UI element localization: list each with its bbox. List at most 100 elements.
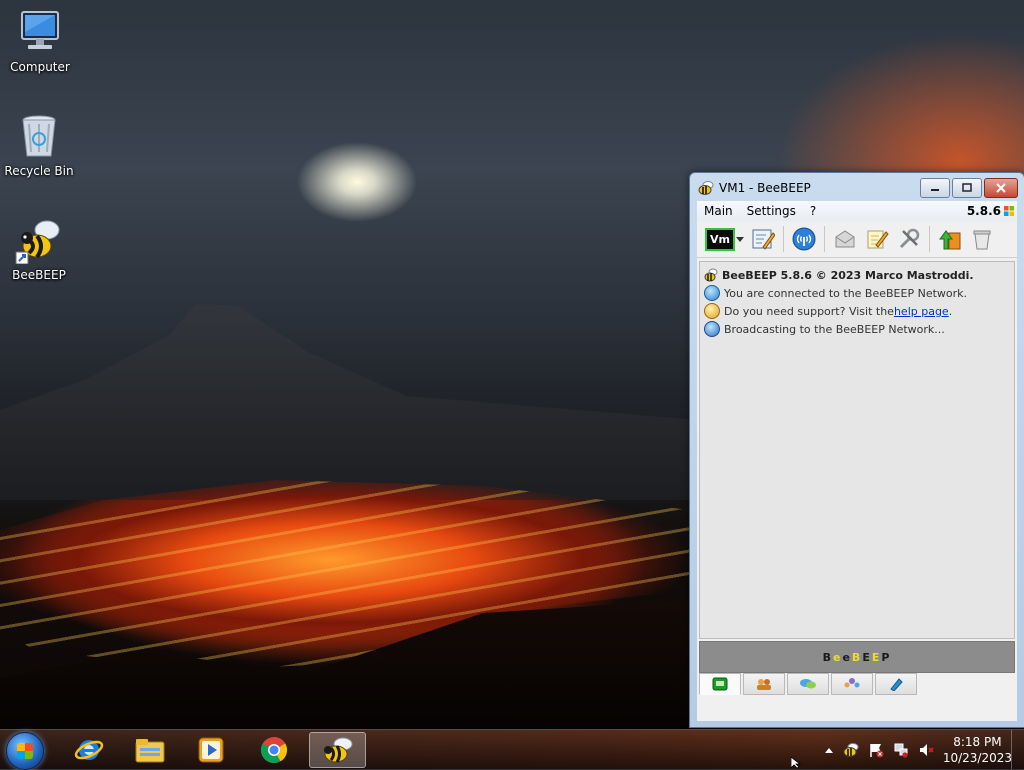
beebeep-banner: B e e B E E P [699,641,1015,673]
version-number: 5.8.6 [966,204,1001,218]
banner-letter: B [822,650,833,664]
taskbar-chrome[interactable] [247,732,301,768]
toolbar-separator [929,226,930,252]
edit-profile-button[interactable] [749,225,777,253]
window-title: VM1 - BeeBEEP [719,181,811,195]
banner-letter: E [871,650,882,664]
envelope-icon [835,230,855,248]
tools-button[interactable] [895,225,923,253]
beebeep-bee-icon [15,216,63,265]
windows-flag-icon [1004,206,1014,216]
broadcast-icon [704,321,720,337]
menu-help[interactable]: ? [803,204,823,218]
beebeep-bee-icon [704,268,718,282]
recycle-bin-icon [15,112,63,160]
users-icon [757,679,771,690]
beebeep-tray-icon[interactable] [843,742,859,758]
internet-explorer-icon [74,740,104,760]
edit-profile-icon [752,229,775,250]
user-status-button[interactable]: Vm [705,225,745,253]
network-tray-icon[interactable] [893,742,909,758]
tab-chats[interactable] [787,673,829,695]
start-button[interactable] [6,732,44,770]
help-page-link[interactable]: help page [894,305,949,318]
write-message-button[interactable] [863,225,891,253]
tab-groups[interactable] [831,673,873,695]
update-button[interactable] [936,225,964,253]
menu-main[interactable]: Main [697,204,740,218]
clear-button[interactable] [968,225,996,253]
notepad-pencil-icon [867,230,889,249]
chat-message: Broadcasting to the BeeBEEP Network... [704,320,1010,338]
chat-message: BeeBEEP 5.8.6 © 2023 Marco Mastroddi. [704,266,1010,284]
media-player-icon [198,737,224,763]
maximize-icon [962,183,972,192]
status-bar [697,697,1017,721]
tab-shares[interactable] [875,673,917,695]
folder-icon [135,739,165,763]
taskbar-media-player[interactable] [184,732,238,768]
tab-users[interactable] [743,673,785,695]
banner-letter: e [842,650,852,664]
minimize-button[interactable] [920,178,950,198]
menu-settings[interactable]: Settings [740,204,803,218]
desktop-icon-recycle-bin[interactable]: Recycle Bin [1,112,77,178]
banner-letter: B [851,650,863,664]
show-hidden-icons-icon[interactable] [824,746,834,754]
mouse-cursor-icon [791,757,802,768]
toolbar-separator [824,226,825,252]
chat-message: Do you need support? Visit the help page… [704,302,1010,320]
trash-icon [973,230,991,250]
taskbar-file-explorer[interactable] [123,732,177,768]
clock[interactable]: 8:18 PM 10/23/2023 [943,734,1012,766]
beebeep-window: VM1 - BeeBEEP Main Settings ? 5.8.6 Vm B… [689,172,1024,728]
maximize-button[interactable] [952,178,982,198]
banner-letter: e [832,650,843,664]
chat-bubbles-icon [800,679,816,689]
computer-icon [16,8,64,56]
help-icon [704,303,720,319]
share-icon [890,678,903,691]
show-desktop-button[interactable] [1011,730,1024,769]
desktop-icon-beebeep[interactable]: BeeBEEP [1,216,77,282]
minimize-icon [931,189,939,191]
action-center-flag-icon[interactable] [868,742,884,758]
send-file-button[interactable] [831,225,859,253]
chrome-icon [260,736,288,764]
menubar: Main Settings ? 5.8.6 [697,201,1017,221]
desktop-icon-computer[interactable]: Computer [2,8,78,74]
taskbar: 8:18 PM 10/23/2023 [0,729,1024,770]
network-broadcast-icon [792,227,816,251]
banner-letter: E [862,650,872,664]
close-icon [996,183,1006,193]
chat-log: BeeBEEP 5.8.6 © 2023 Marco Mastroddi. Yo… [699,261,1015,639]
user-status-badge: Vm [705,227,735,251]
home-chat-icon [712,677,728,691]
volume-muted-icon[interactable] [918,742,934,758]
toolbar-separator [783,226,784,252]
close-button[interactable] [984,178,1018,198]
taskbar-beebeep[interactable] [309,732,366,768]
wallpaper-mountain [0,304,700,500]
version-label: 5.8.6 [967,204,1017,218]
chevron-down-icon [735,237,744,242]
banner-letter: P [881,650,892,664]
chat-message: You are connected to the BeeBEEP Network… [704,284,1010,302]
groups-icon [844,678,860,688]
taskbar-internet-explorer[interactable] [62,732,116,768]
dock-tabs [699,673,919,695]
tools-icon [899,228,920,249]
system-tray: 8:18 PM 10/23/2023 [824,730,1012,769]
network-button[interactable] [790,225,818,253]
desktop-icon-label: Recycle Bin [4,164,74,178]
beebeep-bee-icon [698,181,714,195]
clock-date: 10/23/2023 [942,750,1012,765]
connected-icon [704,285,720,301]
window-titlebar[interactable]: VM1 - BeeBEEP [690,173,1024,203]
main-toolbar: Vm [697,221,1017,258]
desktop-icon-label: Computer [10,60,70,74]
window-client-area: Main Settings ? 5.8.6 Vm BeeBEEP 5.8.6 ©… [697,201,1017,721]
desktop-icon-label: BeeBEEP [12,268,66,282]
tab-home[interactable] [699,673,741,695]
upload-arrow-icon [939,230,961,250]
